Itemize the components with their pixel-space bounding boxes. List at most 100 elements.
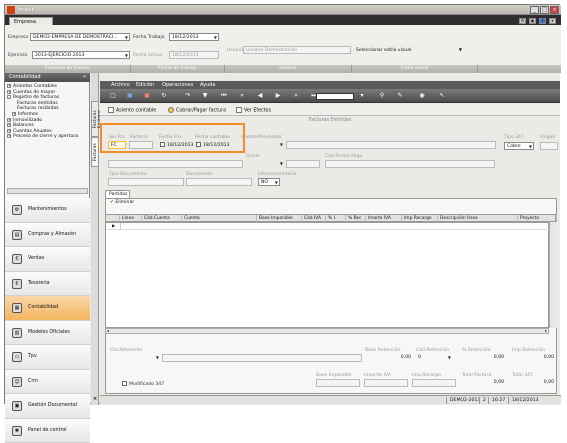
help-icon[interactable]: ?	[539, 18, 546, 24]
collapse-icon[interactable]: -	[7, 95, 11, 99]
expand-icon[interactable]: +	[7, 84, 11, 88]
scroll-left-icon[interactable]: ◂	[107, 328, 109, 333]
ejercicio-select[interactable]: 2013-EJERCICIO 2013▼	[32, 51, 130, 59]
column-header[interactable]: Cód.IVA	[302, 215, 326, 222]
refresh-icon[interactable]: ↻	[160, 92, 168, 100]
pct-retencion-input[interactable]: 0,00	[462, 354, 506, 362]
close-button[interactable]: ×	[550, 6, 559, 14]
menu-ayuda[interactable]: Ayuda	[200, 82, 215, 88]
previous-page-icon[interactable]: «	[238, 92, 246, 100]
expand-icon[interactable]: +	[7, 118, 11, 122]
minimize-button[interactable]: _	[530, 6, 539, 14]
column-header[interactable]: Imp.Recargo	[402, 215, 438, 222]
grid-vertical-scrollbar[interactable]	[549, 222, 557, 328]
chevron-down-icon: ▼	[125, 53, 128, 58]
column-header[interactable]: % I.	[326, 215, 346, 222]
modificado-347-checkbox[interactable]: Modificado 347	[122, 381, 164, 387]
coins-icon	[168, 107, 174, 113]
module-tpv[interactable]: ▭Tpv	[5, 345, 90, 370]
column-header[interactable]: Base Imponible	[257, 215, 302, 222]
sidebar-tree-label: Facturas recibidas	[17, 106, 59, 111]
module-gesti-n-documental[interactable]: ▣Gestión Documental	[5, 394, 90, 419]
module-compras-y-almac-n[interactable]: ▤Compras y Almacén	[5, 223, 90, 248]
dropdown-icon[interactable]: ▾	[549, 18, 556, 24]
delete-icon[interactable]: ▣	[143, 92, 151, 100]
module-mantenimientos[interactable]: ⚙Mantenimientos	[5, 198, 90, 223]
expand-icon[interactable]: +	[7, 129, 11, 133]
base-retencion-input[interactable]: 0,00	[365, 354, 413, 362]
eliminar-button[interactable]: ✔ Eliminar	[110, 200, 134, 205]
next-page-icon[interactable]: »	[292, 92, 300, 100]
chevron-down-icon: ▼	[529, 144, 532, 149]
expand-icon[interactable]: +	[7, 90, 11, 94]
maximize-button[interactable]: □	[540, 6, 549, 14]
new-icon[interactable]: ▢	[109, 92, 117, 100]
fecha-trabajo-input[interactable]: 18/12/2013▼	[169, 33, 219, 41]
empresa-select[interactable]: DEMO2-EMPRESA DE DEMOSTRACI...▼	[30, 33, 130, 41]
cobrar-pagar-button[interactable]: Cobrar/Pagar factura	[168, 107, 226, 114]
grid-horizontal-scrollbar[interactable]: ◂ ▸	[105, 328, 549, 334]
module-tesorer-a[interactable]: €Tesorería	[5, 272, 90, 297]
column-header[interactable]: Imorte IVA	[366, 215, 402, 222]
cliente-select[interactable]: ▼	[246, 141, 284, 149]
search-icon[interactable]: ⚲	[378, 92, 386, 100]
column-header[interactable]: Línea	[120, 215, 142, 222]
next-icon[interactable]: ▶	[274, 92, 282, 100]
close-panel-icon[interactable]: ×	[93, 396, 97, 402]
tipo-documento-field[interactable]	[108, 178, 184, 186]
application-window: Indot _ □ × Empresa ⚙ ▣ ? ▾ Empresa DEMO…	[4, 4, 560, 404]
save-icon[interactable]: ▣	[126, 92, 134, 100]
module-ventas[interactable]: €Ventas	[5, 247, 90, 272]
column-header[interactable]: % Rec	[346, 215, 366, 222]
table-row[interactable]: ▶	[106, 223, 549, 230]
previous-icon[interactable]: ◀	[256, 92, 264, 100]
column-header[interactable]: Cuenta	[182, 215, 257, 222]
expand-icon[interactable]: +	[7, 134, 11, 138]
vtab-facturas-emitidas[interactable]: Facturas Emitidas	[91, 101, 99, 137]
documento-field[interactable]	[186, 178, 252, 186]
diario-select[interactable]: ▼	[246, 160, 284, 168]
column-header[interactable]: Descripción línea	[438, 215, 518, 222]
first-record-icon[interactable]: ⏮	[220, 92, 228, 100]
module-panel-de-control[interactable]: ✱Panel de control	[5, 419, 90, 443]
expand-icon[interactable]: +	[7, 123, 11, 127]
undo-icon[interactable]: ↷	[184, 92, 192, 100]
cta-retencion-name	[162, 354, 362, 362]
collapse-icon[interactable]: «	[83, 74, 86, 80]
forma-pago-field[interactable]	[325, 160, 495, 168]
sidebar-scrollbar[interactable]	[7, 188, 88, 194]
scroll-right-icon[interactable]: ▸	[545, 328, 547, 333]
column-header[interactable]: Proyecto	[518, 215, 557, 222]
vtab-facturas[interactable]: Facturas	[91, 137, 99, 167]
cod-retencion-select[interactable]: 0▼	[416, 354, 452, 362]
sidebar-tree-item[interactable]: +Proceso de cierre y apertura	[7, 134, 89, 140]
chevron-down-icon[interactable]: ▾	[358, 92, 366, 100]
menu-archivo[interactable]: Archivo	[111, 82, 130, 88]
module-contabilidad[interactable]: ▦Contabilidad	[5, 296, 90, 321]
tipo-347-select[interactable]: Cobro▼	[504, 142, 534, 150]
control-panel-icon: ✱	[12, 426, 22, 436]
tools-icon[interactable]: ✎	[396, 92, 404, 100]
sidebar-tree-label: Balances	[13, 123, 34, 128]
asiento-contable-button[interactable]: Asiento contable	[108, 107, 156, 114]
menu-operaciones[interactable]: Operaciones	[162, 82, 193, 88]
estilo-visual-select[interactable]: Seleccionar estilo visual▼	[354, 46, 466, 55]
imp-retencion-input[interactable]: 0,00	[512, 354, 556, 362]
filter-icon[interactable]: ▼	[201, 92, 209, 100]
ver-efectos-button[interactable]: Ver Efectos	[236, 107, 271, 114]
module-modelos-oficiales[interactable]: ▥Modelos Oficiales	[5, 321, 90, 346]
record-search-input[interactable]	[316, 93, 354, 100]
globe-icon[interactable]: ◉	[418, 92, 426, 100]
tab-empresa[interactable]: Empresa	[9, 17, 53, 25]
column-header[interactable]: Cód.Cuenta	[142, 215, 182, 222]
tab-partidas[interactable]: Partidas	[105, 190, 130, 198]
menu-edicion[interactable]: Edición	[136, 82, 154, 88]
settings-icon[interactable]: ⚙	[519, 18, 526, 24]
cta-retencion-select[interactable]: ▼	[110, 354, 160, 362]
column-header[interactable]	[106, 215, 120, 222]
expand-icon[interactable]: +	[12, 112, 16, 116]
save-icon[interactable]: ▣	[529, 18, 536, 24]
cursor-icon[interactable]: ↖	[438, 92, 446, 100]
module-crm[interactable]: ☺Crm	[5, 370, 90, 395]
intracomunitaria-select[interactable]: NO▼	[258, 178, 280, 186]
